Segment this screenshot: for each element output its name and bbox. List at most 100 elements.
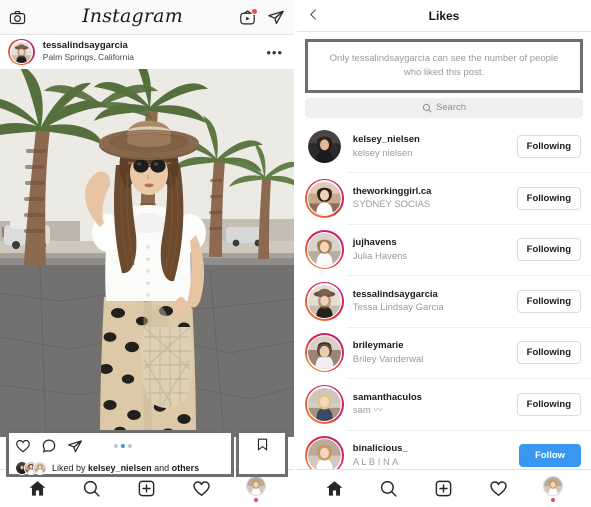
avatar (308, 285, 341, 318)
likes-user-list[interactable]: kelsey_nielsen kelsey nielsen Following the… (297, 122, 591, 494)
private-likes-notice-highlight-box: Only tessalindsaygarcia can see the numb… (305, 39, 583, 93)
carousel-dot (127, 443, 132, 448)
following-button[interactable]: Following (516, 238, 581, 262)
post-photo[interactable] (0, 69, 294, 437)
avatar (308, 336, 341, 369)
chevron-left-icon[interactable] (307, 7, 320, 25)
user-meta: theworkinggirl.ca SYDNEY SOCIAS (353, 186, 508, 211)
user-username[interactable]: tessalindsaygarcia (353, 289, 508, 300)
user-username[interactable]: binalicious_ (353, 443, 510, 454)
user-username[interactable]: kelsey_nielsen (353, 134, 508, 145)
page-title: Likes (428, 8, 460, 23)
likes-username[interactable]: kelsey_nielsen (88, 463, 152, 473)
following-button[interactable]: Following (516, 392, 581, 416)
share-paper-plane-icon[interactable] (67, 438, 83, 454)
likes-middle: and (151, 462, 172, 473)
post-author-username[interactable]: tessalindsaygarcia (43, 40, 256, 52)
post-photo-illustration (0, 69, 294, 437)
heart-icon[interactable] (15, 438, 31, 454)
post-actions-highlight-box: Liked by kelsey_nielsen and others (6, 430, 234, 477)
home-nav-item[interactable] (325, 479, 344, 498)
user-avatar[interactable] (305, 127, 344, 166)
avatar (308, 388, 341, 421)
user-avatar-ring[interactable] (305, 333, 344, 373)
profile-nav-item[interactable] (246, 475, 267, 502)
likes-others-link[interactable]: others (172, 463, 200, 473)
carousel-dot (113, 443, 118, 448)
user-avatar-ring[interactable] (305, 230, 344, 270)
igtv-notification-badge (250, 7, 258, 15)
avatar (308, 233, 341, 266)
app-top-bar: Instagram (0, 0, 294, 35)
user-avatar-ring[interactable] (305, 384, 344, 424)
likes-prefix: Liked by (52, 462, 89, 473)
search-nav-item[interactable] (82, 479, 101, 498)
likes-list-item[interactable]: theworkinggirl.ca SYDNEY SOCIAS Following (297, 173, 591, 224)
avatar (308, 439, 341, 472)
post-header: tessalindsaygarcia Palm Springs, Califor… (0, 35, 294, 69)
likes-list-item[interactable]: jujhavens Julia Havens Following (297, 225, 591, 276)
profile-notification-badge (551, 497, 556, 502)
user-fullname: A L B I N A (352, 456, 399, 468)
likes-summary-text: Liked by kelsey_nielsen and others (52, 463, 199, 473)
camera-icon[interactable] (9, 9, 26, 26)
user-meta: brileymarie Briley Vanderwal (353, 340, 508, 365)
igtv-icon[interactable] (239, 7, 258, 26)
home-nav-item[interactable] (28, 479, 47, 498)
likes-panel: Likes Only tessalindsaygarcia can see th… (295, 0, 591, 507)
user-username[interactable]: jujhavens (353, 237, 508, 248)
carousel-dot-active (120, 443, 125, 448)
likes-summary-row[interactable]: Liked by kelsey_nielsen and others (9, 458, 231, 477)
following-button[interactable]: Following (516, 186, 581, 210)
user-meta: kelsey_nielsen kelsey nielsen (353, 134, 508, 159)
bookmark-icon[interactable] (255, 437, 270, 452)
facepile-avatar (33, 460, 47, 475)
following-button[interactable]: Following (516, 289, 581, 313)
avatar (308, 130, 341, 163)
user-avatar-ring[interactable] (305, 281, 344, 321)
top-bar-actions (239, 7, 285, 26)
user-username[interactable]: theworkinggirl.ca (353, 186, 508, 197)
activity-nav-item[interactable] (489, 479, 508, 498)
likes-facepile (15, 460, 47, 475)
avatar (308, 182, 341, 215)
create-nav-item[interactable] (137, 479, 156, 498)
instagram-dual-panel-screenshot: Instagram tessalindsaygarcia Palm Spring… (0, 0, 591, 507)
profile-notification-badge (254, 497, 259, 502)
likes-list-item[interactable]: samanthaculos sam 〰 Following (297, 379, 591, 430)
search-input[interactable]: Search (305, 97, 583, 118)
user-avatar-ring[interactable] (305, 178, 344, 218)
user-meta: binalicious_ A L B I N A (353, 443, 510, 468)
user-username[interactable]: samanthaculos (353, 392, 508, 403)
likes-list-item[interactable]: brileymarie Briley Vanderwal Following (297, 328, 591, 379)
follow-button[interactable]: Follow (519, 444, 581, 468)
post-location[interactable]: Palm Springs, California (43, 52, 256, 63)
bottom-navigation-bar-right (297, 469, 591, 507)
user-meta: tessalindsaygarcia Tessa Lindsay Garcia (353, 289, 508, 314)
user-meta: jujhavens Julia Havens (353, 237, 508, 262)
profile-nav-item[interactable] (543, 475, 564, 502)
following-button[interactable]: Following (516, 135, 581, 159)
user-fullname: sam 〰 (352, 405, 383, 417)
user-fullname: Briley Vanderwal (352, 353, 424, 365)
feed-panel: Instagram tessalindsaygarcia Palm Spring… (0, 0, 295, 507)
instagram-logo: Instagram (82, 4, 183, 27)
create-nav-item[interactable] (434, 479, 453, 498)
direct-message-icon[interactable] (267, 8, 285, 26)
activity-nav-item[interactable] (192, 479, 211, 498)
post-author-meta: tessalindsaygarcia Palm Springs, Califor… (43, 40, 256, 63)
search-nav-item[interactable] (379, 479, 398, 498)
user-username[interactable]: brileymarie (353, 340, 508, 351)
likes-list-item[interactable]: tessalindsaygarcia Tessa Lindsay Garcia Fo… (297, 276, 591, 327)
save-post-highlight-box (236, 430, 288, 477)
post-author-avatar-ring[interactable] (8, 38, 35, 66)
comment-bubble-icon[interactable] (41, 438, 57, 454)
following-button[interactable]: Following (516, 341, 581, 365)
likes-list-item[interactable]: kelsey_nielsen kelsey nielsen Following (297, 122, 591, 173)
carousel-page-dots (113, 443, 132, 448)
search-placeholder: Search (435, 102, 467, 114)
post-options-button[interactable]: ••• (263, 46, 286, 59)
post-action-icons (15, 438, 83, 454)
user-fullname: Tessa Lindsay Garcia (352, 302, 444, 314)
private-likes-notice-text: Only tessalindsaygarcia can see the numb… (308, 42, 580, 90)
